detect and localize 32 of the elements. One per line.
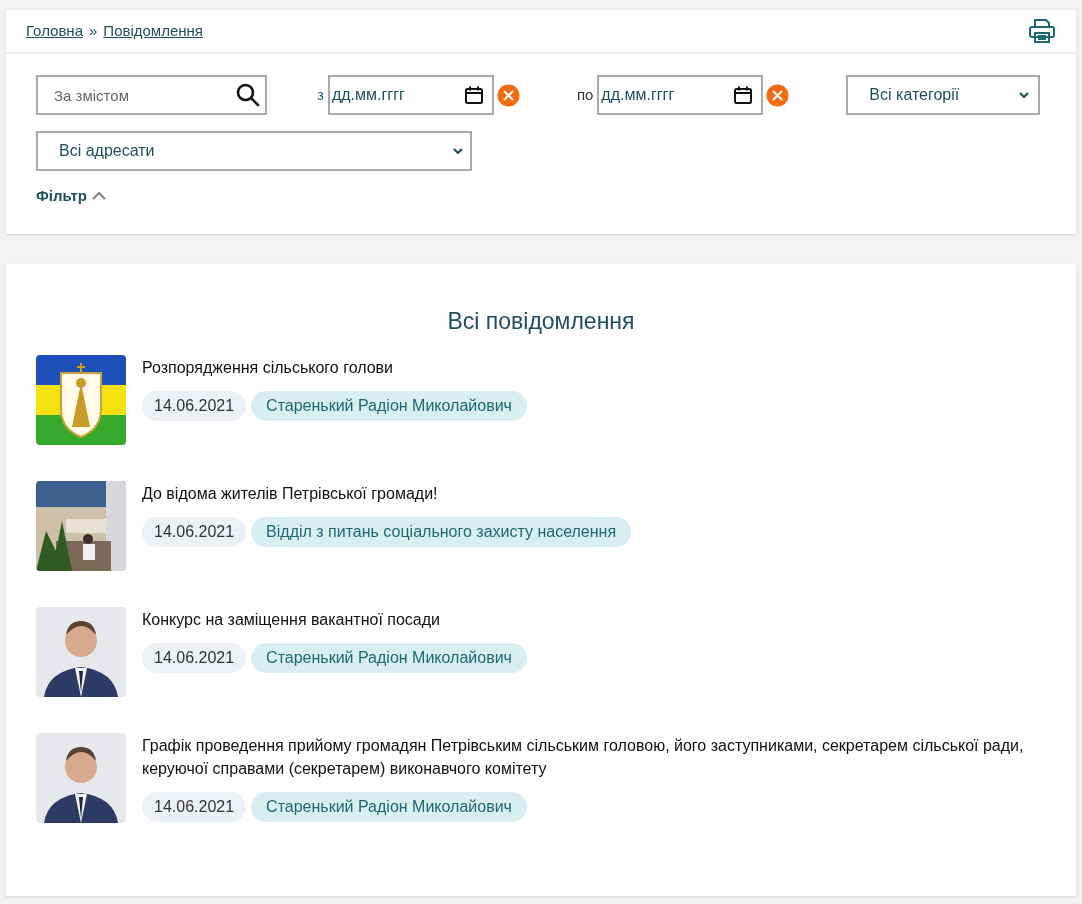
- search-field[interactable]: За змістом: [36, 75, 267, 115]
- breadcrumb-link[interactable]: Повідомлення: [103, 19, 203, 43]
- author-tag[interactable]: Старенький Радіон Миколайович: [251, 643, 527, 673]
- chevron-down-icon: [1018, 91, 1031, 99]
- clear-icon[interactable]: [766, 83, 790, 107]
- chevron-down-icon: [452, 147, 464, 155]
- breadcrumb-separator: »: [89, 20, 98, 41]
- calendar-icon[interactable]: [733, 85, 754, 105]
- author-tag[interactable]: Відділ з питань соціального захисту населення: [251, 517, 632, 547]
- date-badge: 14.06.2021: [142, 792, 247, 822]
- category-select[interactable]: Всі категорії: [846, 75, 1041, 115]
- recipient-select[interactable]: Всі адресати: [36, 131, 472, 171]
- print-icon[interactable]: [1028, 17, 1056, 45]
- message-title-link[interactable]: Конкурс на заміщення вакантної посади: [142, 608, 527, 631]
- date-badge: 14.06.2021: [142, 643, 247, 673]
- message-title-link[interactable]: До відома жителів Петрівської громади!: [142, 482, 632, 505]
- date-field[interactable]: дд.мм.гггг: [597, 75, 764, 115]
- calendar-icon[interactable]: [463, 85, 484, 105]
- date-badge: 14.06.2021: [142, 517, 247, 547]
- date-badge: 14.06.2021: [142, 391, 247, 421]
- filter-toggle[interactable]: Фільтр: [36, 185, 107, 208]
- message-title-link[interactable]: Графік проведення прийому громадян Петрівським сільським головою, його заступниками, секретарем сільської ради, керуючої справами (секретарем) виконавчого комітету: [142, 734, 1046, 780]
- breadcrumb-link[interactable]: Головна: [26, 19, 83, 43]
- date-field[interactable]: дд.мм.гггг: [327, 75, 494, 115]
- author-tag[interactable]: Старенький Радіон Миколайович: [251, 391, 527, 421]
- clear-icon[interactable]: [496, 83, 520, 107]
- author-tag[interactable]: Старенький Радіон Миколайович: [251, 792, 527, 822]
- section-heading: Всі повідомлення: [446, 306, 636, 336]
- message-title-link[interactable]: Розпорядження сільського голови: [142, 356, 527, 379]
- search-icon[interactable]: [235, 82, 261, 108]
- date-from-label: з: [317, 84, 324, 105]
- date-to-label: по: [576, 84, 594, 105]
